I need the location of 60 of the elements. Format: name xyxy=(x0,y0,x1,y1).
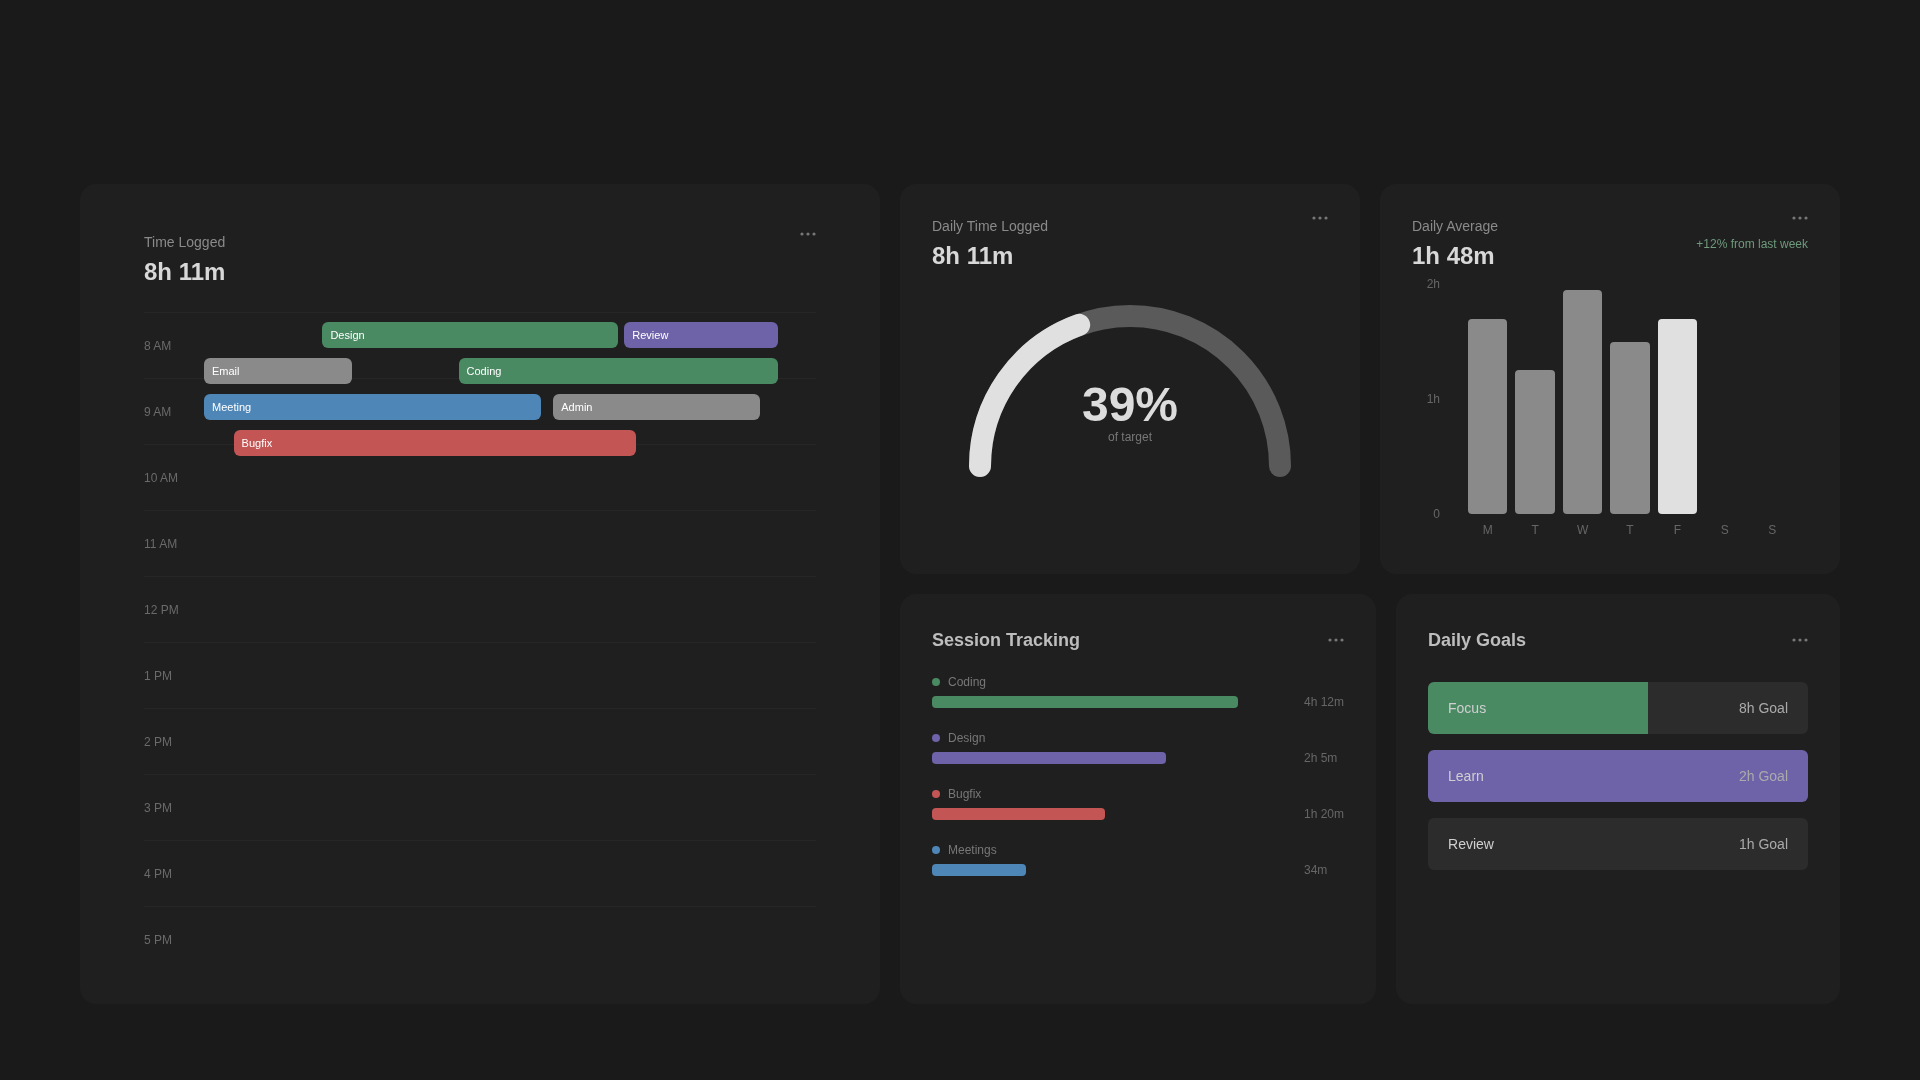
hour-label: 10 AM xyxy=(144,469,180,486)
event-bar[interactable]: Design xyxy=(322,322,619,348)
hour-label: 9 AM xyxy=(144,403,173,420)
hour-label: 8 AM xyxy=(144,337,173,354)
trend-text: +12% from last week xyxy=(1696,236,1808,252)
card-title: Session Tracking xyxy=(932,629,1081,652)
more-icon[interactable] xyxy=(1328,638,1345,642)
more-icon[interactable] xyxy=(800,232,816,236)
axis-label: S xyxy=(1767,522,1778,538)
gauge-caption: of target xyxy=(1108,429,1152,445)
axis-label: M xyxy=(1481,522,1494,538)
axis-label: W xyxy=(1575,522,1590,538)
card-value: 8h 11m xyxy=(144,257,226,287)
hour-label: 11 AM xyxy=(144,535,179,552)
hour-label: 4 PM xyxy=(144,865,173,882)
axis-label: S xyxy=(1719,522,1730,538)
axis-label: T xyxy=(1530,522,1540,538)
goal-target: 8h Goal xyxy=(1738,699,1788,718)
goal-track[interactable]: Learn 2h Goal xyxy=(1428,750,1808,802)
goal-track[interactable]: Focus 8h Goal xyxy=(1428,682,1808,734)
card-label: Time Logged xyxy=(144,233,226,252)
goal-target: 1h Goal xyxy=(1738,835,1788,854)
session-reading: 1h 20m xyxy=(1304,806,1345,822)
gauge-percent: 39% xyxy=(1081,381,1179,429)
more-icon[interactable] xyxy=(1792,216,1808,220)
card-label: Daily Average xyxy=(1412,217,1499,236)
axis-label: F xyxy=(1672,522,1683,538)
axis-label: 0 xyxy=(1433,506,1440,522)
card-value: 8h 11m xyxy=(932,241,1015,271)
goal-name: Focus xyxy=(1448,699,1487,718)
goal-name: Learn xyxy=(1448,767,1484,786)
session-reading: 2h 5m xyxy=(1304,750,1338,766)
event-bar[interactable]: Bugfix xyxy=(233,430,637,456)
hour-label: 1 PM xyxy=(144,667,173,684)
session-reading: 34m xyxy=(1304,862,1328,878)
hour-label: 12 PM xyxy=(144,601,180,618)
event-bar[interactable]: Email xyxy=(204,358,352,384)
hour-label: 5 PM xyxy=(144,931,173,948)
session-name: Meetings xyxy=(948,842,997,858)
event-bar[interactable]: Coding xyxy=(458,358,779,384)
session-name: Bugfix xyxy=(948,786,982,802)
more-icon[interactable] xyxy=(1792,638,1808,642)
axis-label: T xyxy=(1625,522,1635,538)
event-bar[interactable]: Admin xyxy=(553,394,761,420)
goal-track[interactable]: Review 1h Goal xyxy=(1428,818,1808,870)
session-reading: 4h 12m xyxy=(1304,694,1345,710)
goal-name: Review xyxy=(1448,835,1494,854)
hour-label: 2 PM xyxy=(144,733,173,750)
event-bar[interactable]: Meeting xyxy=(204,394,542,420)
hour-label: 3 PM xyxy=(144,799,173,816)
event-bar[interactable]: Review xyxy=(624,322,779,348)
session-name: Design xyxy=(948,730,986,746)
more-icon[interactable] xyxy=(1312,216,1328,220)
card-title: Daily Goals xyxy=(1428,629,1527,652)
axis-label: 1h xyxy=(1426,391,1440,407)
card-value: 1h 48m xyxy=(1412,241,1496,271)
card-label: Daily Time Logged xyxy=(932,217,1048,236)
goal-target: 2h Goal xyxy=(1738,767,1788,786)
session-name: Coding xyxy=(948,674,987,690)
axis-label: 2h xyxy=(1426,276,1440,292)
